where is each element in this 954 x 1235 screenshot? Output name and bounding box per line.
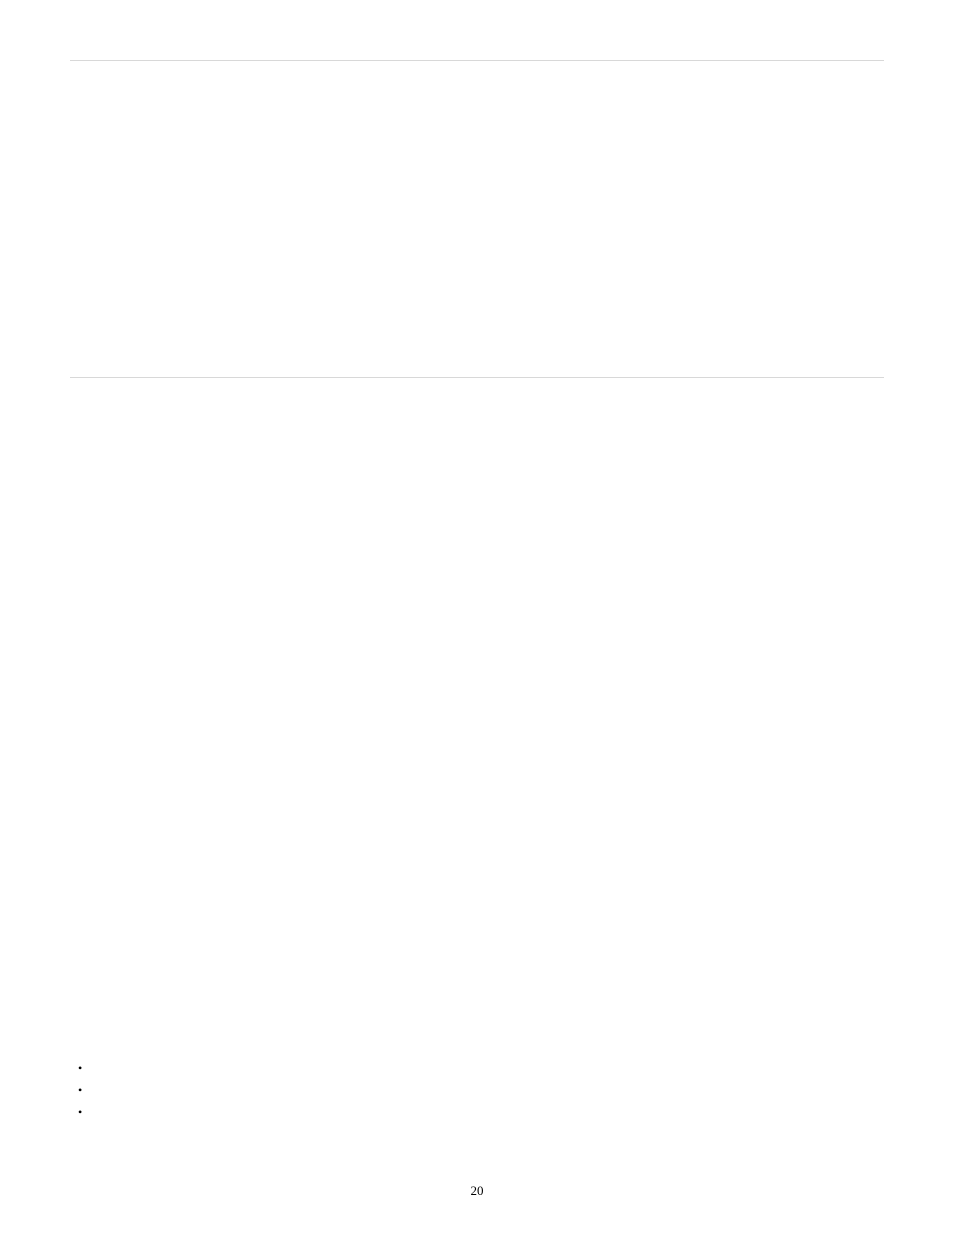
horizontal-rule-top	[70, 60, 884, 61]
page-content	[0, 0, 954, 378]
horizontal-rule-middle	[70, 377, 884, 378]
list-item	[78, 1102, 82, 1124]
list-item	[78, 1058, 82, 1080]
page-number: 20	[0, 1183, 954, 1199]
list-item	[78, 1080, 82, 1102]
bullet-list	[78, 1058, 82, 1124]
